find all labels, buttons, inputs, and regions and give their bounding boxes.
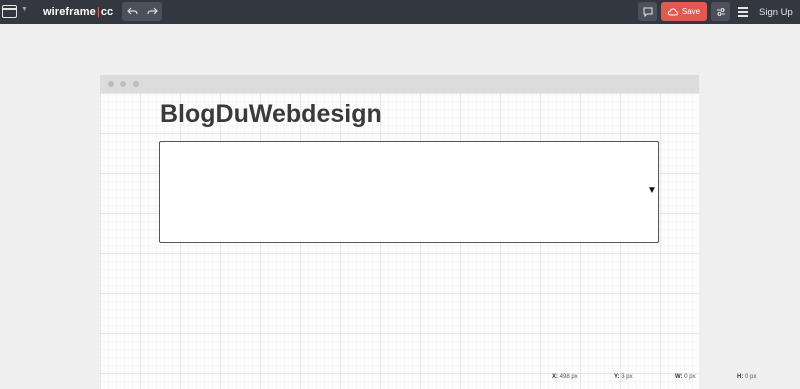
h-label: H: <box>737 374 744 380</box>
canvas-margin <box>699 75 800 389</box>
dropdown-arrow-icon: ▼ <box>647 185 657 196</box>
top-toolbar: ▼ wireframe | cc Save Sign Up <box>0 0 800 24</box>
save-button[interactable]: Save <box>661 2 707 21</box>
x-value: 498 px <box>559 374 578 380</box>
redo-icon[interactable] <box>142 2 162 21</box>
logo-suffix: cc <box>100 6 114 18</box>
sliders-icon <box>716 7 725 16</box>
chevron-down-icon[interactable]: ▼ <box>21 6 28 13</box>
x-label: X: <box>552 374 558 380</box>
comment-button[interactable] <box>638 2 657 21</box>
window-dot <box>120 81 126 87</box>
dropdown-widget[interactable]: ▼ <box>159 141 659 243</box>
app-logo: wireframe | cc <box>43 5 113 19</box>
wireframe-canvas[interactable]: BlogDuWebdesign ▼ <box>100 75 699 389</box>
sign-up-link[interactable]: Sign Up <box>759 5 793 19</box>
window-dot <box>108 81 114 87</box>
h-value: 0 px <box>745 374 757 380</box>
hamburger-icon[interactable] <box>738 6 750 17</box>
width-readout: W: 0 px <box>675 374 696 380</box>
w-value: 0 px <box>684 374 696 380</box>
height-readout: H: 0 px <box>737 374 756 380</box>
cloud-upload-icon <box>667 8 678 15</box>
window-dot <box>133 81 139 87</box>
history-group <box>122 2 162 21</box>
undo-icon[interactable] <box>122 2 142 21</box>
window-icon[interactable] <box>2 5 17 18</box>
w-label: W: <box>675 374 683 380</box>
y-value: 3 px <box>621 374 633 380</box>
save-label: Save <box>681 7 701 16</box>
browser-chrome-bar <box>100 75 699 93</box>
y-label: Y: <box>614 374 620 380</box>
comment-icon <box>643 7 652 17</box>
page-title[interactable]: BlogDuWebdesign <box>160 100 382 129</box>
logo-text: wireframe <box>43 6 96 18</box>
y-coordinate: Y: 3 px <box>614 374 633 380</box>
settings-button[interactable] <box>711 2 730 21</box>
x-coordinate: X: 498 px <box>552 374 578 380</box>
logo-separator: | <box>96 6 100 18</box>
